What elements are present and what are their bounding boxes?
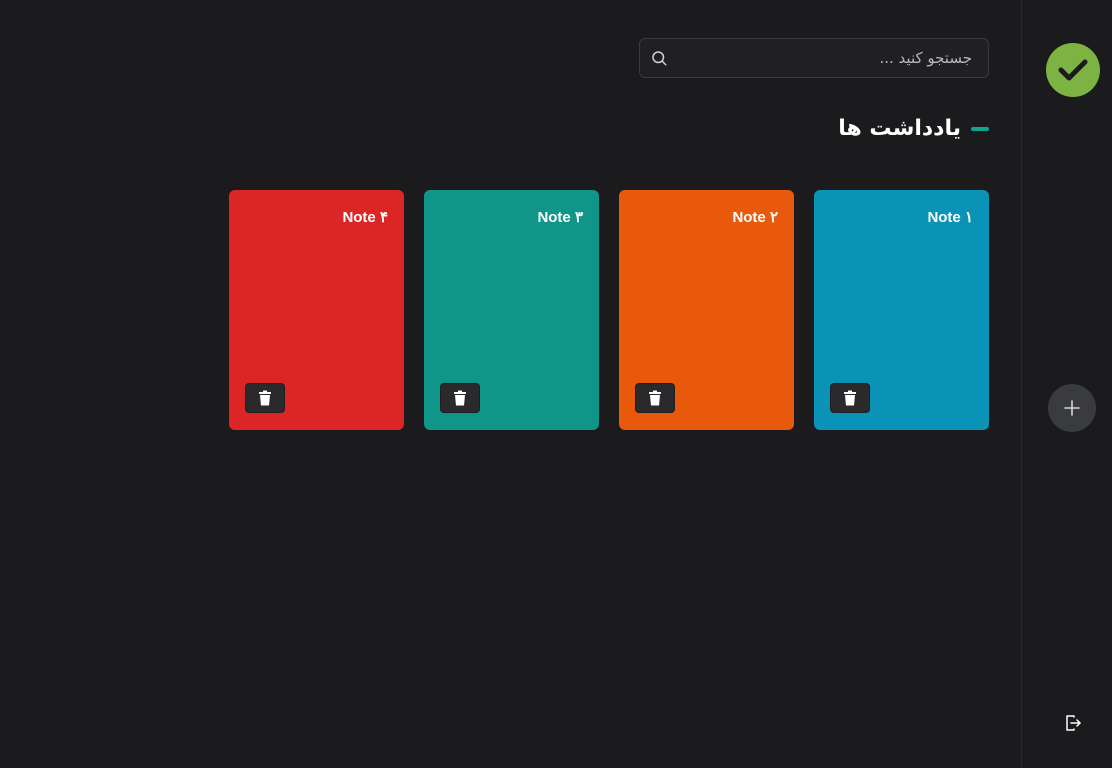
notes-list: Note ۱ Note ۲ Note ۳ Note ۴	[227, 190, 989, 430]
note-title: Note ۳	[537, 209, 583, 226]
trash-icon	[259, 390, 271, 406]
trash-icon	[844, 390, 856, 406]
app: یادداشت ها Note ۱ Note ۲	[0, 0, 1112, 768]
trash-icon	[454, 390, 466, 406]
page-title: یادداشت ها	[838, 116, 989, 141]
search-input[interactable]	[640, 39, 988, 77]
logout-icon	[1066, 715, 1081, 731]
delete-note-button[interactable]	[830, 383, 870, 413]
note-title: Note ۱	[927, 209, 973, 226]
trash-icon	[649, 390, 661, 406]
delete-note-button[interactable]	[635, 383, 675, 413]
add-note-button[interactable]	[1048, 384, 1096, 432]
note-card[interactable]: Note ۱	[814, 190, 989, 430]
logout-button[interactable]	[1062, 712, 1084, 734]
delete-note-button[interactable]	[245, 383, 285, 413]
check-icon	[1058, 59, 1088, 81]
app-logo[interactable]	[1046, 43, 1100, 97]
title-accent-bar	[971, 126, 989, 131]
search-icon[interactable]	[650, 49, 668, 67]
note-card[interactable]: Note ۳	[424, 190, 599, 430]
note-title: Note ۴	[342, 209, 388, 226]
note-card[interactable]: Note ۲	[619, 190, 794, 430]
note-card[interactable]: Note ۴	[229, 190, 404, 430]
plus-icon	[1064, 400, 1080, 416]
search-bar	[639, 38, 989, 78]
delete-note-button[interactable]	[440, 383, 480, 413]
note-title: Note ۲	[732, 209, 778, 226]
sidebar	[1021, 0, 1112, 768]
page-title-text: یادداشت ها	[838, 116, 961, 141]
